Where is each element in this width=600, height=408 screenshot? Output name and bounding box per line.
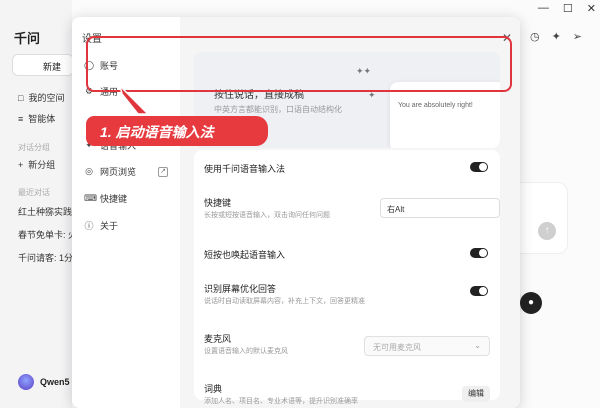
compass-icon[interactable]: ➢ bbox=[573, 30, 582, 43]
setting-enable-voice: 使用千问语音输入法 bbox=[194, 150, 500, 184]
hotkey-field[interactable]: 右Alt bbox=[380, 198, 500, 218]
microphone-placeholder: 无可用麦克风 bbox=[373, 343, 421, 352]
sidebar-item-label: 智能体 bbox=[28, 114, 56, 124]
app-title: 千问 bbox=[14, 31, 41, 46]
sidebar-item-label: 我的空间 bbox=[28, 93, 65, 103]
sidebar-item-space[interactable]: □ 我的空间 bbox=[18, 91, 64, 104]
nav-item-about[interactable]: ⓘ 关于 bbox=[84, 219, 118, 232]
external-link-icon: ↗ bbox=[158, 167, 168, 177]
setting-title: 识别屏幕优化回答 bbox=[204, 284, 277, 294]
maximize-icon[interactable]: ☐ bbox=[563, 2, 573, 15]
user-name: Qwen5 bbox=[40, 377, 70, 387]
window-controls: — ☐ ✕ bbox=[538, 2, 596, 15]
recent-section-label: 最近对话 bbox=[18, 188, 50, 197]
setting-hotkey: 快捷键 长按或短按语音输入，双击询问任何问题 右Alt bbox=[194, 190, 500, 230]
history-icon[interactable]: ◷ bbox=[530, 30, 540, 43]
new-chat-label: 新建 bbox=[43, 62, 62, 72]
setting-screen-optimize: 识别屏幕优化回答 说话时自动读取屏幕内容，补充上下文，回答更精准 bbox=[194, 276, 500, 316]
close-window-icon[interactable]: ✕ bbox=[587, 2, 596, 15]
sparkle-icon[interactable]: ✦ bbox=[552, 30, 561, 43]
setting-desc: 设置语音输入的默认麦克风 bbox=[204, 348, 288, 355]
setting-desc: 添加人名、项目名、专业术语等，提升识别准确率 bbox=[204, 398, 358, 405]
settings-list: 使用千问语音输入法 快捷键 长按或短按语音输入，双击询问任何问题 右Alt 短按… bbox=[194, 150, 500, 405]
setting-desc: 说话时自动读取屏幕内容，补充上下文，回答更精准 bbox=[204, 298, 365, 305]
chat-input-card[interactable] bbox=[512, 182, 568, 254]
step-label: 1. 启动语音输入法 bbox=[86, 116, 268, 146]
history-item[interactable]: 春节免单卡: 火 bbox=[18, 228, 77, 241]
enable-voice-toggle[interactable] bbox=[470, 162, 488, 172]
new-group-button[interactable]: + 新分组 bbox=[18, 158, 55, 171]
info-icon: ⓘ bbox=[84, 221, 94, 231]
setting-title: 短按也唤起语音输入 bbox=[204, 250, 286, 260]
keyboard-icon: ⌨ bbox=[84, 193, 97, 203]
pointer-arrow bbox=[118, 84, 150, 115]
send-button[interactable]: ↑ bbox=[538, 222, 556, 240]
folder-icon: □ bbox=[18, 92, 24, 103]
list-icon: ≡ bbox=[18, 113, 24, 124]
nav-item-label: 关于 bbox=[100, 221, 119, 231]
setting-title: 麦克风 bbox=[204, 334, 232, 344]
setting-short-press: 短按也唤起语音输入 bbox=[194, 240, 500, 270]
voice-fab-button[interactable]: ● bbox=[520, 292, 542, 314]
hotkey-value: 右Alt bbox=[387, 205, 405, 214]
banner-card-text: You are absolutely right! bbox=[398, 102, 473, 109]
nav-item-hotkeys[interactable]: ⌨ 快捷键 bbox=[84, 192, 127, 205]
setting-title: 词典 bbox=[204, 384, 223, 394]
app-sidebar: 千问 新建 □ 我的空间 ≡ 智能体 对话分组 + 新分组 最近对话 红土种猕实… bbox=[0, 0, 81, 408]
short-press-toggle[interactable] bbox=[470, 248, 488, 258]
compass-icon: ◎ bbox=[85, 166, 93, 176]
nav-item-label: 网页浏览 bbox=[100, 167, 137, 177]
history-item[interactable]: 千问请客: 1分 bbox=[18, 251, 73, 264]
setting-microphone: 麦克风 设置语音输入的默认麦克风 无可用麦克风 ⌄ bbox=[194, 326, 500, 366]
header-actions: ◷ ✦ ➢ bbox=[530, 30, 582, 43]
minimize-icon[interactable]: — bbox=[538, 2, 549, 15]
new-group-label: 新分组 bbox=[28, 160, 56, 170]
chevron-down-icon: ⌄ bbox=[474, 341, 481, 350]
setting-dictionary: 词典 添加人名、项目名、专业术语等，提升识别准确率 编辑 bbox=[194, 376, 500, 408]
nav-item-label: 快捷键 bbox=[100, 194, 128, 204]
dictionary-edit-button[interactable]: 编辑 bbox=[462, 386, 490, 402]
setting-title: 快捷键 bbox=[204, 198, 232, 208]
banner-subtitle: 中英方言都能识别，口语自动结构化 bbox=[214, 105, 342, 114]
avatar bbox=[18, 374, 34, 390]
plus-icon: + bbox=[18, 159, 24, 170]
group-section-label: 对话分组 bbox=[18, 143, 50, 152]
screen-optimize-toggle[interactable] bbox=[470, 286, 488, 296]
nav-item-browsing[interactable]: ◎ 网页浏览 bbox=[84, 165, 136, 178]
microphone-select[interactable]: 无可用麦克风 ⌄ bbox=[364, 336, 490, 356]
setting-desc: 长按或短按语音输入，双击询问任何问题 bbox=[204, 212, 330, 219]
sidebar-item-agents[interactable]: ≡ 智能体 bbox=[18, 112, 55, 125]
user-profile[interactable]: Qwen5 bbox=[18, 374, 70, 390]
setting-title: 使用千问语音输入法 bbox=[204, 164, 286, 174]
new-chat-button[interactable]: 新建 bbox=[12, 54, 74, 76]
